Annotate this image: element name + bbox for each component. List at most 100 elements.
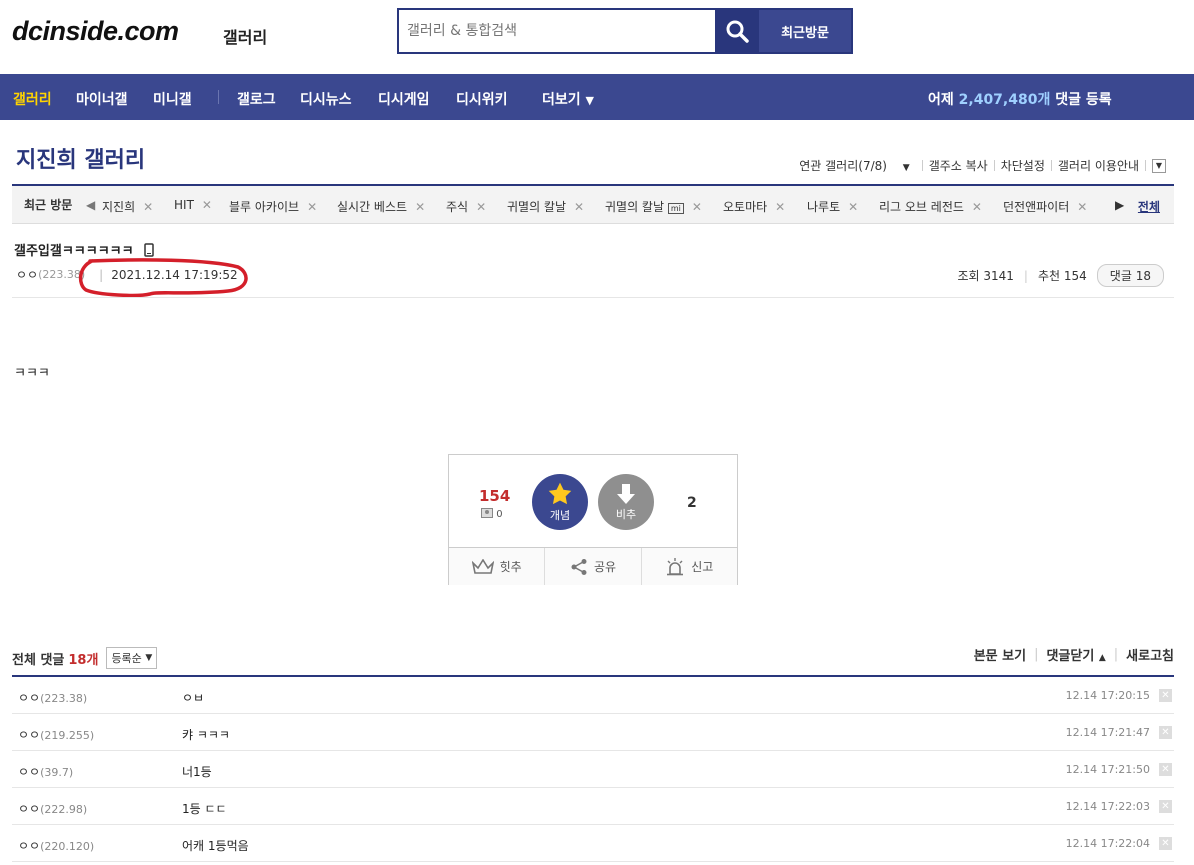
close-icon[interactable]: ✕ xyxy=(574,200,584,214)
close-icon[interactable]: ✕ xyxy=(692,200,702,214)
comment-author[interactable]: ㅇㅇ(223.38) xyxy=(18,689,87,706)
share-icon xyxy=(571,558,587,575)
comment-date: 12.14 17:20:15 xyxy=(1065,689,1150,702)
recent-tab-label: 귀멸의 칼날 xyxy=(507,200,567,214)
comment-date: 12.14 17:22:03 xyxy=(1065,800,1150,813)
report-label: 신고 xyxy=(691,560,714,574)
recent-tab[interactable]: 나루토 ✕ xyxy=(807,198,858,215)
nav-item-game[interactable]: 디시게임 xyxy=(378,89,430,109)
comment-nick: ㅇㅇ xyxy=(18,802,41,816)
site-logo[interactable]: dcinside.com xyxy=(12,16,179,47)
search-input[interactable] xyxy=(399,10,715,52)
nav-item-news[interactable]: 디시뉴스 xyxy=(300,89,352,109)
gallery-logo-label[interactable]: 갤러리 xyxy=(223,24,267,48)
recent-tab[interactable]: 던전앤파이터 ✕ xyxy=(1003,198,1087,215)
close-icon[interactable]: ✕ xyxy=(415,200,425,214)
recent-tab[interactable]: 귀멸의 칼날 mi ✕ xyxy=(605,198,702,215)
comment-text: ㅇㅂ xyxy=(182,691,205,705)
recent-tab-label: 실시간 베스트 xyxy=(337,200,408,214)
post-body: ㅋㅋㅋ xyxy=(14,366,50,381)
comment-text: 1등 ㄷㄷ xyxy=(182,802,227,816)
comment-row: ㅇㅇ(220.120) 어캐 1등먹음 12.14 17:22:04 ✕ xyxy=(12,825,1174,862)
caret-down-icon: ▼ xyxy=(145,653,153,663)
comment-text: 어캐 1등먹음 xyxy=(182,839,249,853)
comment-date: 12.14 17:21:47 xyxy=(1065,726,1150,739)
recent-tab[interactable]: HIT ✕ xyxy=(174,198,212,212)
recent-tab[interactable]: 주식 ✕ xyxy=(446,198,486,215)
views-count: 3141 xyxy=(983,268,1014,283)
comment-count-button[interactable]: 댓글 18 xyxy=(1096,264,1164,287)
recent-tab[interactable]: 지진희 ✕ xyxy=(102,198,153,215)
view-post-button[interactable]: 본문 보기 xyxy=(974,645,1026,664)
close-icon[interactable]: ✕ xyxy=(775,200,785,214)
recent-tab[interactable]: 실시간 베스트 ✕ xyxy=(337,198,425,215)
close-icon[interactable]: ✕ xyxy=(307,200,317,214)
copy-address-link[interactable]: 갤주소 복사 xyxy=(929,157,988,174)
view-all-link[interactable]: 전체 xyxy=(1138,198,1160,215)
nav-more-label: 더보기 xyxy=(542,92,581,108)
recent-visit-button[interactable]: 최근방문 xyxy=(759,10,851,52)
nav-item-minor[interactable]: 마이너갤 xyxy=(76,89,128,109)
related-gallery-link[interactable]: 연관 갤러리(7/8) ▼ xyxy=(793,157,915,174)
nav-item-gallog[interactable]: 갤로그 xyxy=(237,89,276,109)
divider xyxy=(12,297,1174,298)
expand-toggle[interactable]: ▼ xyxy=(1152,158,1166,173)
report-button[interactable]: 신고 xyxy=(641,548,737,585)
hit-recommend-button[interactable]: 힛추 xyxy=(449,548,546,585)
delete-icon[interactable]: ✕ xyxy=(1159,689,1172,702)
recent-tab[interactable]: 귀멸의 칼날 ✕ xyxy=(507,198,584,215)
comment-author[interactable]: ㅇㅇ(219.255) xyxy=(18,726,94,743)
refresh-button[interactable]: 새로고침 xyxy=(1126,645,1174,664)
comment-count: 18 xyxy=(1135,269,1151,283)
fixed-upvote-count: 0 xyxy=(496,509,503,520)
recent-tab[interactable]: 오토마타 ✕ xyxy=(723,198,785,215)
comment-author[interactable]: ㅇㅇ(39.7) xyxy=(18,763,73,780)
stat-number: 2,407,480개 xyxy=(958,92,1051,108)
comment-nick: ㅇㅇ xyxy=(18,728,41,742)
nav-item-gallery[interactable]: 갤러리 xyxy=(13,89,52,109)
upvote-button[interactable]: 개념 xyxy=(532,474,588,530)
close-icon[interactable]: ✕ xyxy=(476,200,486,214)
search-button[interactable] xyxy=(715,10,759,52)
recent-tab-label: 귀멸의 칼날 xyxy=(605,200,665,214)
nav-item-wiki[interactable]: 디시위키 xyxy=(456,89,508,109)
delete-icon[interactable]: ✕ xyxy=(1159,726,1172,739)
comment-row: ㅇㅇ(223.38) ㅇㅂ 12.14 17:20:15 ✕ xyxy=(12,677,1174,714)
close-icon[interactable]: ✕ xyxy=(202,198,212,212)
recent-tab[interactable]: 리그 오브 레전드 ✕ xyxy=(879,198,982,215)
nav-item-mini[interactable]: 미니갤 xyxy=(153,89,192,109)
close-icon[interactable]: ✕ xyxy=(848,200,858,214)
gallery-title[interactable]: 지진희 갤러리 xyxy=(16,142,145,174)
delete-icon[interactable]: ✕ xyxy=(1159,800,1172,813)
block-settings-link[interactable]: 차단설정 xyxy=(1001,157,1045,174)
post-author[interactable]: ㅇㅇ xyxy=(16,266,38,283)
share-button[interactable]: 공유 xyxy=(545,548,642,585)
downvote-button[interactable]: 비추 xyxy=(598,474,654,530)
close-icon[interactable]: ✕ xyxy=(972,200,982,214)
gallery-guide-link[interactable]: 갤러리 이용안내 xyxy=(1058,157,1139,174)
comment-ip: (219.255) xyxy=(40,729,95,742)
crown-icon xyxy=(471,558,494,574)
comment-author[interactable]: ㅇㅇ(220.120) xyxy=(18,837,94,854)
divider xyxy=(993,160,995,171)
views-label: 조회 xyxy=(957,269,980,283)
close-icon[interactable]: ✕ xyxy=(143,200,153,214)
comment-stat: 어제 2,407,480개 댓글 등록 xyxy=(928,89,1112,109)
divider xyxy=(1145,160,1146,171)
close-icon[interactable]: ✕ xyxy=(1077,200,1087,214)
delete-icon[interactable]: ✕ xyxy=(1159,763,1172,776)
next-arrow-icon[interactable]: ▶ xyxy=(1115,198,1124,212)
comment-nick: ㅇㅇ xyxy=(18,765,41,779)
nav-item-more[interactable]: 더보기 ▼ xyxy=(542,89,594,109)
search-icon xyxy=(726,20,749,43)
upvote-count: 154 xyxy=(479,487,511,505)
delete-icon[interactable]: ✕ xyxy=(1159,837,1172,850)
recent-tab[interactable]: 블루 아카이브 ✕ xyxy=(229,198,317,215)
close-comments-button[interactable]: 댓글닫기 ▲ xyxy=(1046,645,1105,664)
comment-author[interactable]: ㅇㅇ(222.98) xyxy=(18,800,87,817)
main-nav: 갤러리 마이너갤 미니갤 갤로그 디시뉴스 디시게임 디시위키 더보기 ▼ 어제… xyxy=(0,74,1194,120)
comment-actions: 본문 보기 | 댓글닫기 ▲ | 새로고침 xyxy=(974,645,1174,664)
recommend-count: 154 xyxy=(1063,268,1087,283)
prev-arrow-icon[interactable]: ◀ xyxy=(86,198,95,212)
comment-sort-select[interactable]: 등록순 ▼ xyxy=(106,647,158,669)
